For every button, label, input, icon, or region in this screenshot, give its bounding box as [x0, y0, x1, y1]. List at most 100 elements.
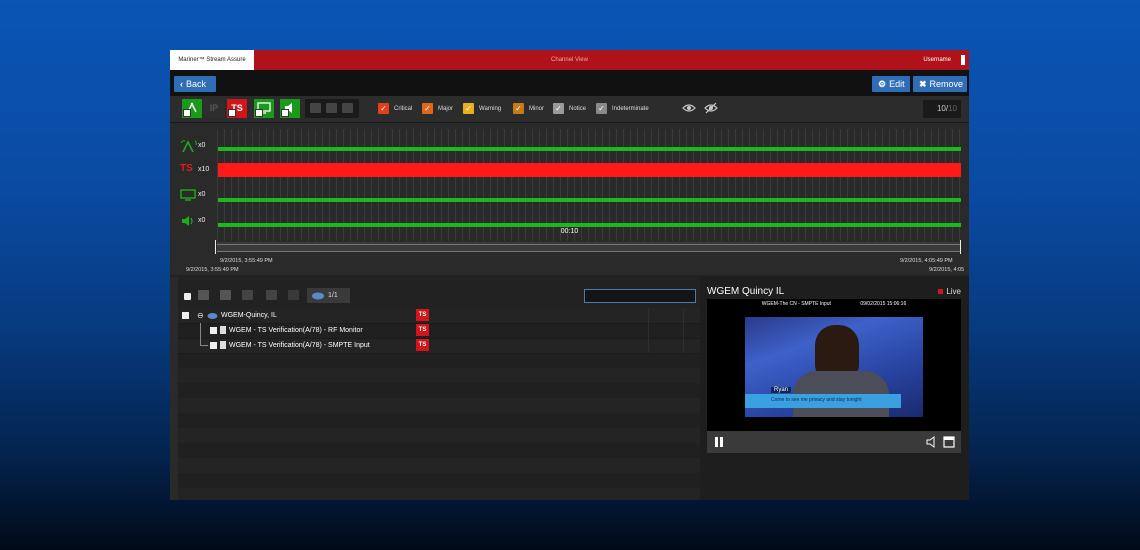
camera-icon: [326, 103, 337, 113]
end-time: 9/2/2015, 4:05: [929, 267, 965, 273]
column-divider: [648, 338, 649, 353]
severity-label: Minor: [529, 106, 545, 113]
lane-count-ts: x10: [198, 166, 210, 173]
document-icon: [220, 326, 226, 334]
tree-list: ⊖ WGEM-Quincy, IL TS WGEM - TS Verificat…: [178, 308, 700, 500]
row-checkbox[interactable]: [210, 342, 217, 349]
remove-button[interactable]: ✖ Remove: [913, 76, 967, 92]
hide-all-button[interactable]: [703, 101, 719, 120]
ts-filter-toggle[interactable]: TS: [227, 99, 247, 118]
lane-bar-ip[interactable]: [218, 147, 961, 151]
tree-row-channel[interactable]: WGEM - TS Verification(A/78) - RF Monito…: [178, 323, 700, 339]
alarm-timeline: x0 TS x10 x0 x0 00:10 9/2/2015, 3:55:49 …: [170, 123, 969, 275]
pause-button[interactable]: [715, 437, 725, 447]
user-menu[interactable]: Username: [923, 50, 951, 70]
live-indicator: Live: [938, 287, 961, 296]
ts-icon: TS: [180, 163, 193, 174]
pager[interactable]: 1/1: [307, 288, 350, 303]
severity-critical[interactable]: ✓ Critical: [378, 103, 412, 115]
lane-bar-video[interactable]: [218, 198, 961, 202]
audio-filter-toggle[interactable]: [280, 99, 300, 118]
severity-notice[interactable]: ✓ Notice: [553, 103, 586, 115]
lower-third-name: Ryan: [771, 387, 792, 393]
video-filter-toggle[interactable]: [254, 99, 274, 118]
checkbox-icon: [183, 109, 191, 117]
back-label: Back: [186, 79, 207, 89]
checkbox-icon: [255, 109, 263, 117]
counter-value: 10/: [936, 104, 949, 113]
status-badge: TS: [416, 339, 429, 351]
checkbox-icon: [281, 109, 289, 117]
ip-label: IP: [209, 103, 219, 113]
video-player[interactable]: WGEM-The CN - SMPTE Input 09/02/2015 15:…: [707, 299, 961, 431]
range-start-handle[interactable]: [215, 240, 216, 254]
edit-button[interactable]: ⚙ Edit: [872, 76, 910, 92]
range-start-time: 9/2/2015, 3:55:49 PM: [220, 258, 273, 264]
lower-third-bar: Ryan Come to see me privacy and stay ton…: [745, 387, 901, 408]
cloud-icon: [207, 313, 218, 319]
player-controls: [707, 431, 961, 453]
row-checkbox[interactable]: [182, 312, 189, 319]
severity-label: Major: [438, 106, 454, 113]
start-time: 9/2/2015, 3:55:49 PM: [186, 267, 239, 273]
list-icon: [310, 103, 321, 113]
video-caption: WGEM-The CN - SMPTE Input 09/02/2015 15:…: [707, 301, 961, 307]
lane-bar-audio[interactable]: [218, 223, 961, 227]
chevron-left-icon: ‹: [180, 79, 183, 89]
left-strip: [170, 277, 178, 500]
severity-minor[interactable]: ✓ Minor: [513, 103, 544, 115]
range-end-time: 9/2/2015, 4:05:49 PM: [900, 258, 953, 264]
ip-filter-toggle[interactable]: IP: [204, 99, 224, 118]
action-bar: ‹ Back ⚙ Edit ✖ Remove: [170, 70, 969, 96]
checkbox-icon: ✓: [378, 103, 389, 114]
search-input[interactable]: [584, 289, 696, 303]
window-title: Channel View: [551, 57, 588, 63]
monitor-icon[interactable]: [220, 290, 231, 300]
severity-warning[interactable]: ✓ Warning: [463, 103, 501, 115]
lane-count-ip: x0: [198, 142, 206, 149]
back-button[interactable]: ‹ Back: [174, 76, 216, 92]
caption-timestamp: 09/02/2015 15:06:16: [860, 301, 907, 307]
folder-icon[interactable]: [242, 290, 253, 300]
close-icon: ✖: [919, 79, 927, 89]
monitor-icon: [180, 189, 198, 203]
video-title: WGEM Quincy IL: [707, 286, 785, 297]
channel-tree-panel: 1/1 ⊖ WGEM-Quincy, IL TS WGEM - TS Verif…: [178, 277, 700, 500]
collapse-icon[interactable]: ⊖: [197, 308, 204, 323]
show-all-button[interactable]: [682, 101, 696, 120]
home-icon[interactable]: [198, 290, 209, 300]
menu-icon[interactable]: [961, 55, 965, 65]
gear-icon: ⚙: [878, 79, 887, 89]
severity-major[interactable]: ✓ Major: [422, 103, 453, 115]
severity-indeterminate[interactable]: ✓ Indeterminate: [596, 103, 649, 115]
row-checkbox[interactable]: [210, 327, 217, 334]
disabled-filter-group: [305, 99, 359, 118]
tree-guide: [200, 323, 201, 338]
column-divider: [648, 323, 649, 338]
status-badge: TS: [416, 309, 429, 321]
lane-count-video: x0: [198, 191, 206, 198]
lower-panel: 1/1 ⊖ WGEM-Quincy, IL TS WGEM - TS Verif…: [170, 277, 969, 500]
grid-icon[interactable]: [266, 290, 277, 300]
severity-label: Notice: [569, 106, 587, 113]
ip-signal-filter-toggle[interactable]: [182, 99, 202, 118]
lower-third-text: Come to see me privacy and stay tonight: [771, 397, 862, 403]
pager-label: 1/1: [328, 292, 338, 299]
checkbox-icon: ✓: [422, 103, 433, 114]
column-divider: [683, 338, 684, 353]
caption-source: WGEM-The CN - SMPTE Input: [761, 301, 831, 307]
lane-bar-ts[interactable]: [218, 163, 961, 177]
tree-row-channel[interactable]: WGEM - TS Verification(A/78) - SMPTE Inp…: [178, 338, 700, 354]
column-divider: [683, 323, 684, 338]
application-window: Mariner™ Stream Assure Channel View User…: [170, 50, 969, 500]
video-frame: Ryan Come to see me privacy and stay ton…: [745, 317, 923, 417]
video-preview-panel: WGEM Quincy IL Live WGEM-The CN - SMPTE …: [707, 277, 961, 500]
tree-row-group[interactable]: ⊖ WGEM-Quincy, IL TS: [178, 308, 700, 324]
fullscreen-icon[interactable]: [943, 436, 955, 448]
volume-icon[interactable]: [926, 436, 938, 448]
checkbox-icon: ✓: [463, 103, 474, 114]
range-end-handle[interactable]: [960, 240, 961, 254]
select-all-checkbox[interactable]: [184, 293, 191, 300]
eye-icon: [682, 104, 696, 112]
document-icon[interactable]: [288, 290, 299, 300]
